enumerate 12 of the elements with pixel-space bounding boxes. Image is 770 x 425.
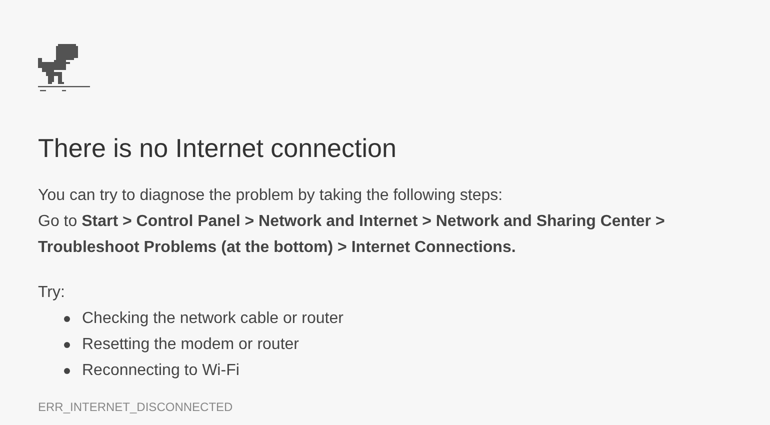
instructions-text: Go to Start > Control Panel > Network and Internet > Network and Sharing Center > Troubleshoot Problems (at the bottom) > Internet Connections. [38, 212, 666, 258]
suggestion-text: Resetting the modem or router [82, 334, 299, 354]
intro-text: You can try to diagnose the problem by taking the following steps: [38, 186, 504, 206]
bullet-icon [64, 316, 70, 322]
try-label: Try: [38, 282, 66, 302]
error-title: There is no Internet connection [38, 132, 398, 164]
suggestion-text: Reconnecting to Wi-Fi [82, 360, 240, 380]
dinosaur-icon [38, 44, 90, 94]
error-code: ERR_INTERNET_DISCONNECTED [38, 398, 234, 416]
suggestion-text: Checking the network cable or router [82, 308, 344, 328]
bullet-icon [64, 342, 70, 348]
bullet-icon [64, 368, 70, 374]
